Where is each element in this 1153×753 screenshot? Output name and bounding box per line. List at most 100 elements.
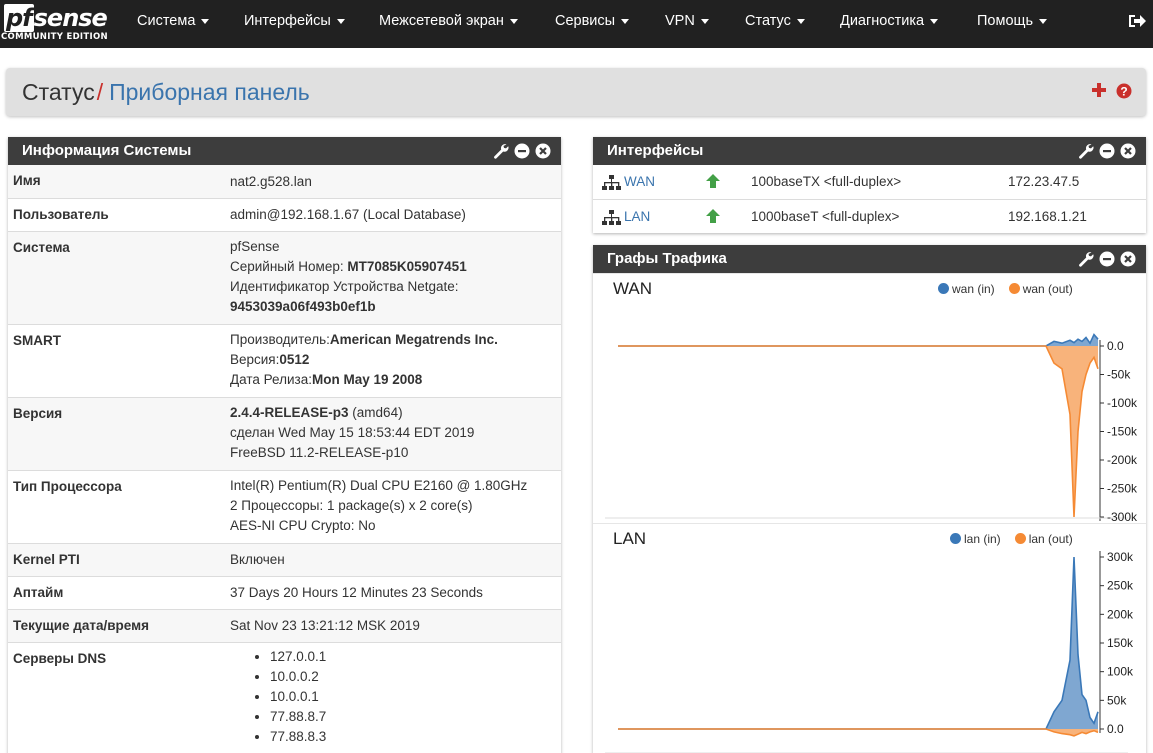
table-row: Пользователь admin@192.168.1.67 (Local D… <box>8 198 561 231</box>
interface-link-wan[interactable]: WAN <box>624 174 655 189</box>
datetime-value: Sat Nov 23 13:21:12 MSK 2019 <box>230 618 420 633</box>
panel-title: Интерфейсы <box>607 142 704 159</box>
nav-menu-diagnostics[interactable]: Диагностика <box>840 13 939 29</box>
caret-down-icon <box>509 18 518 24</box>
caret-down-icon <box>796 18 805 24</box>
wan-chart-plot: 0.0-50k-100k-150k-200k-250k-300k19:1320:… <box>605 333 1138 524</box>
minimize-icon[interactable] <box>1098 142 1116 160</box>
vendor-label: Производитель: <box>230 332 330 347</box>
close-icon[interactable] <box>1119 142 1137 160</box>
user-value: admin@192.168.1.67 (Local Database) <box>230 207 466 222</box>
top-navbar: pfsense COMMUNITY EDITION Система Интерф… <box>0 0 1153 48</box>
wan-traffic-chart: WAN wan (in) wan (out) 0.0 -50k -100k -150k… <box>593 273 1146 524</box>
nav-menu-interfaces[interactable]: Интерфейсы <box>244 13 345 29</box>
kernel-pti-value: Включен <box>230 552 285 567</box>
cpu-model: Intel(R) Pentium(R) Dual CPU E2160 @ 1.8… <box>230 478 528 493</box>
help-question-icon[interactable]: ? <box>1116 83 1132 102</box>
table-row: Серверы DNS 127.0.0.1 10.0.0.2 10.0.0.1 … <box>8 642 561 753</box>
y-tick-label: -200k <box>1107 453 1138 467</box>
device-id-label: Идентификатор Устройства Netgate: <box>230 279 459 294</box>
row-label: Тип Процессора <box>13 479 122 494</box>
row-label: Версия <box>13 406 63 421</box>
series-area-in <box>618 334 1098 346</box>
wrench-icon[interactable] <box>1077 250 1095 268</box>
traffic-graphs-panel: Графы Трафика WAN wan (in) wan (out) 0.0… <box>593 245 1146 753</box>
interface-media: 1000baseT <full-duplex> <box>751 209 900 224</box>
y-tick-label: -100k <box>1107 396 1138 410</box>
freebsd-version: FreeBSD 11.2-RELEASE-p10 <box>230 445 409 460</box>
serial-label: Серийный Номер: <box>230 259 348 274</box>
nav-menu-vpn[interactable]: VPN <box>665 13 709 29</box>
device-id-value: 9453039a06f493b0ef1b <box>230 299 376 314</box>
minimize-icon[interactable] <box>513 142 531 160</box>
interface-media: 100baseTX <full-duplex> <box>751 174 902 189</box>
caret-down-icon <box>700 18 709 24</box>
serial-value: MT7085K05907451 <box>347 259 467 274</box>
table-row: WAN 100baseTX <full-duplex> 172.23.47.5 <box>593 165 1146 199</box>
y-tick-label: -150k <box>1107 425 1138 439</box>
row-label: SMART <box>13 333 61 348</box>
row-label: Имя <box>13 173 41 188</box>
y-tick-label: 100k <box>1107 665 1134 679</box>
lan-traffic-chart: LAN lan (in) lan (out) 300k 250k 200k 150k 1… <box>593 523 1146 753</box>
system-info-header: Информация Системы <box>8 137 561 165</box>
panel-title: Графы Трафика <box>607 250 727 267</box>
cpu-cores: 2 Процессоры: 1 package(s) x 2 core(s) <box>230 498 473 513</box>
release-date-value: Mon May 19 2008 <box>311 372 423 387</box>
add-widget-plus-icon[interactable] <box>1091 82 1107 101</box>
table-row: LAN 1000baseT <full-duplex> 192.168.1.21 <box>593 199 1146 233</box>
smart-value: Производитель:American Megatrends Inc. В… <box>226 325 561 397</box>
minimize-icon[interactable] <box>1098 250 1116 268</box>
pfsense-logo[interactable]: pfsense COMMUNITY EDITION <box>0 0 110 46</box>
breadcrumb-parent: Статус <box>22 79 95 105</box>
nav-menu-system[interactable]: Система <box>137 13 210 29</box>
interface-link-lan[interactable]: LAN <box>624 209 650 224</box>
y-tick-label: 300k <box>1107 550 1134 564</box>
system-info-table: Имя nat2.g528.lan Пользователь admin@192… <box>8 165 561 753</box>
row-label: Серверы DNS <box>13 651 107 666</box>
version-value: 2.4.4-RELEASE-p3 (amd64) сделан Wed May … <box>226 398 561 470</box>
svg-text:?: ? <box>1120 85 1127 99</box>
system-product: pfSense <box>230 239 280 254</box>
arrow-up-status-icon <box>705 173 721 192</box>
nav-menu-firewall[interactable]: Межсетевой экран <box>379 13 518 29</box>
wrench-icon[interactable] <box>1077 142 1095 160</box>
breadcrumb-separator: / <box>96 79 104 105</box>
close-icon[interactable] <box>1119 250 1137 268</box>
breadcrumb-current-link[interactable]: Приборная панель <box>109 79 310 105</box>
row-label: Аптайм <box>13 585 64 600</box>
series-line-in <box>618 333 1099 347</box>
bios-version-value: 0512 <box>279 352 310 367</box>
nav-menu-help[interactable]: Помощь <box>977 13 1048 29</box>
sign-out-icon[interactable] <box>1128 13 1146 32</box>
bios-version-label: Версия: <box>230 352 280 367</box>
system-info-panel: Информация Системы Имя nat2.g528.lan Пол… <box>8 137 561 753</box>
table-row: Kernel PTI Включен <box>8 543 561 576</box>
row-label: Kernel PTI <box>13 552 80 567</box>
list-item: 77.88.8.7 <box>270 707 557 727</box>
close-icon[interactable] <box>534 142 552 160</box>
caret-down-icon <box>201 18 210 24</box>
release-version: 2.4.4-RELEASE-p3 <box>230 405 349 420</box>
table-row: Версия 2.4.4-RELEASE-p3 (amd64) сделан W… <box>8 397 561 470</box>
series-area-out <box>618 729 1098 736</box>
logo-edition: COMMUNITY EDITION <box>1 32 108 42</box>
wrench-icon[interactable] <box>492 142 510 160</box>
list-item: 10.0.0.2 <box>270 667 557 687</box>
cpu-value: Intel(R) Pentium(R) Dual CPU E2160 @ 1.8… <box>226 471 561 543</box>
row-label: Текущие дата/время <box>13 618 149 633</box>
list-item: 10.0.0.1 <box>270 687 557 707</box>
nav-menu-services[interactable]: Сервисы <box>555 13 630 29</box>
interface-ip: 192.168.1.21 <box>1008 209 1087 224</box>
y-tick-label: 150k <box>1107 636 1134 650</box>
interfaces-panel: Интерфейсы WAN 100baseTX <full-duplex> 1… <box>593 137 1146 233</box>
vendor-value: American Megatrends Inc. <box>329 332 498 347</box>
caret-down-icon <box>621 18 630 24</box>
interfaces-header: Интерфейсы <box>593 137 1146 165</box>
network-sitemap-icon <box>602 175 621 193</box>
y-tick-label: -300k <box>1107 510 1138 524</box>
caret-down-icon <box>336 18 345 24</box>
dns-servers-value: 127.0.0.1 10.0.0.2 10.0.0.1 77.88.8.7 77… <box>226 643 561 753</box>
nav-menu-status[interactable]: Статус <box>745 13 805 29</box>
release-date-label: Дата Релиза: <box>230 372 312 387</box>
